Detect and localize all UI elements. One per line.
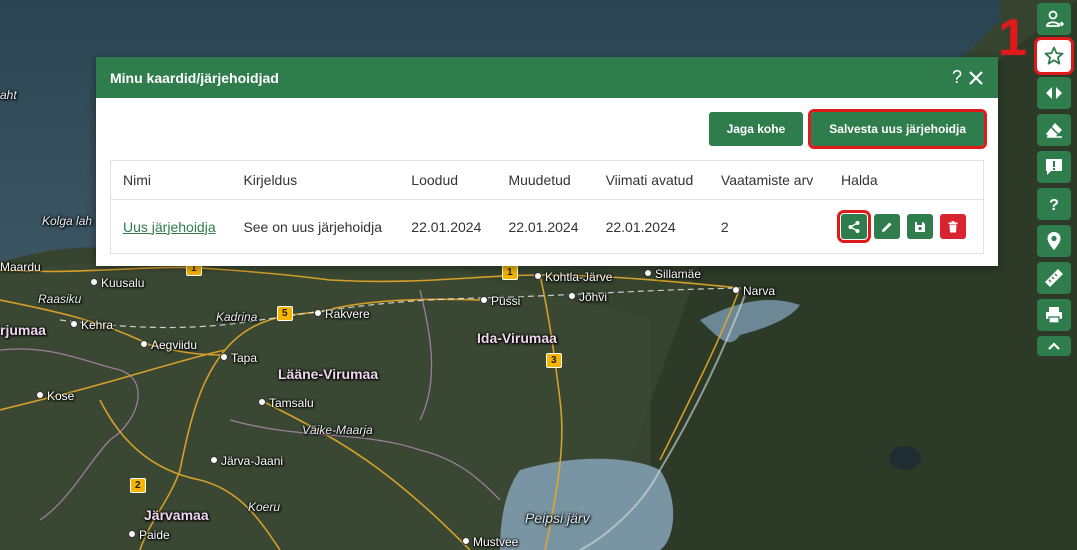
map-place-label: Väike-Maarja: [302, 423, 373, 437]
road-number-shield: 3: [546, 353, 562, 368]
map-place-label: Kadrina: [216, 310, 258, 324]
bookmark-last-opened: 22.01.2024: [605, 218, 676, 235]
dialog-help-button[interactable]: ?: [952, 67, 962, 88]
save-bookmark-button[interactable]: Salvesta uus järjehoidja: [808, 109, 987, 149]
print-button[interactable]: [1037, 299, 1071, 331]
print-icon: [1046, 307, 1062, 324]
star-icon: [1044, 46, 1064, 65]
delete-bookmark-button[interactable]: [940, 214, 967, 239]
bookmark-modified: 22.01.2024: [508, 218, 579, 235]
map-place-label: Peipsi järv: [525, 510, 590, 526]
map-place-label: Paide: [128, 528, 170, 542]
help-icon: ?: [1049, 197, 1059, 214]
bookmarks-table: Nimi Kirjeldus Loodud Muudetud Viimati a…: [110, 160, 984, 254]
ruler-icon: [1045, 269, 1063, 287]
map-place-label: Kuusalu: [90, 276, 144, 290]
col-name: Nimi: [110, 160, 232, 200]
map-place-label: Tamsalu: [258, 396, 314, 410]
dialog-title: Minu kaardid/järjehoidjad: [110, 69, 279, 86]
swipe-compare-icon: [1046, 87, 1062, 99]
dialog-header: Minu kaardid/järjehoidjad ?: [96, 57, 998, 98]
pencil-icon: [882, 222, 892, 232]
floppy-disk-icon: [915, 221, 926, 232]
col-last-opened: Viimati avatud: [593, 160, 709, 200]
login-button[interactable]: [1037, 3, 1071, 35]
map-place-label: Pussi: [480, 294, 520, 308]
collapse-toolbar-button[interactable]: [1037, 336, 1071, 356]
map-place-label: Aegviidu: [140, 338, 197, 352]
table-row: Uus järjehoidja See on uus järjehoidja 2…: [111, 200, 984, 254]
save-bookmark-row-button[interactable]: [907, 214, 934, 239]
help-button[interactable]: ?: [1037, 188, 1071, 220]
share-now-button[interactable]: Jaga kohe: [708, 112, 804, 146]
map-place-label: Järva-Jaani: [210, 454, 283, 468]
compare-button[interactable]: [1037, 77, 1071, 109]
col-description: Kirjeldus: [231, 160, 400, 200]
map-place-label: Lääne-Virumaa: [278, 366, 379, 382]
map-place-label: Kehra: [70, 318, 113, 332]
road-number-shield: 5: [277, 306, 293, 321]
map-place-label: Sillamäe: [644, 267, 701, 281]
col-manage: Halda: [829, 160, 984, 200]
share-icon: [848, 220, 860, 233]
map-place-label: aht: [0, 88, 17, 102]
map-place-label: Narva: [732, 284, 775, 298]
map-place-label: Tapa: [220, 351, 257, 365]
col-views: Vaatamiste arv: [708, 160, 830, 200]
share-bookmark-button[interactable]: [837, 210, 872, 243]
erase-button[interactable]: [1037, 114, 1071, 146]
favorites-button[interactable]: [1034, 37, 1074, 75]
callout-1: 1: [998, 9, 1027, 67]
edit-bookmark-button[interactable]: [874, 214, 901, 239]
bookmark-created: 22.01.2024: [411, 218, 482, 235]
close-icon[interactable]: [968, 70, 984, 86]
location-button[interactable]: [1037, 225, 1071, 257]
bookmark-description: See on uus järjehoidja: [243, 218, 382, 235]
eraser-icon: [1046, 123, 1062, 138]
bookmark-name-link[interactable]: Uus järjehoidja: [123, 219, 216, 235]
col-created: Loodud: [399, 160, 497, 200]
measure-button[interactable]: [1037, 262, 1071, 294]
map-place-label: Raasiku: [38, 292, 82, 306]
map-place-label: Kolga lah: [42, 214, 93, 228]
map-place-label: Järvamaa: [144, 507, 209, 523]
map-place-label: Maardu: [0, 260, 41, 274]
map-place-label: Mustvee: [462, 535, 518, 549]
map-place-label: Rakvere: [314, 307, 370, 321]
map-place-label: Kohtla-Järve: [534, 270, 612, 284]
bookmarks-dialog: Minu kaardid/järjehoidjad ? Jaga kohe Sa…: [96, 57, 998, 266]
map-place-label: Ida-Virumaa: [477, 330, 557, 346]
table-header-row: Nimi Kirjeldus Loodud Muudetud Viimati a…: [110, 160, 984, 200]
road-number-shield: 2: [130, 478, 146, 493]
map-place-label: Koeru: [248, 500, 281, 514]
chevron-up-icon: [1048, 342, 1060, 350]
bookmark-views: 2: [720, 218, 729, 235]
profile-logout-icon: [1046, 10, 1064, 27]
svg-text:?: ?: [1049, 197, 1059, 214]
map-place-label: Jõhvi: [568, 290, 607, 304]
feedback-button[interactable]: [1037, 151, 1071, 183]
col-modified: Muudetud: [496, 160, 594, 200]
trash-icon: [948, 220, 958, 232]
map-place-label: rjumaa: [0, 322, 46, 338]
location-pin-icon: [1047, 232, 1061, 250]
map-toolbar: ?: [1034, 3, 1074, 361]
map-place-label: Kose: [36, 389, 74, 403]
feedback-icon: [1046, 159, 1062, 175]
